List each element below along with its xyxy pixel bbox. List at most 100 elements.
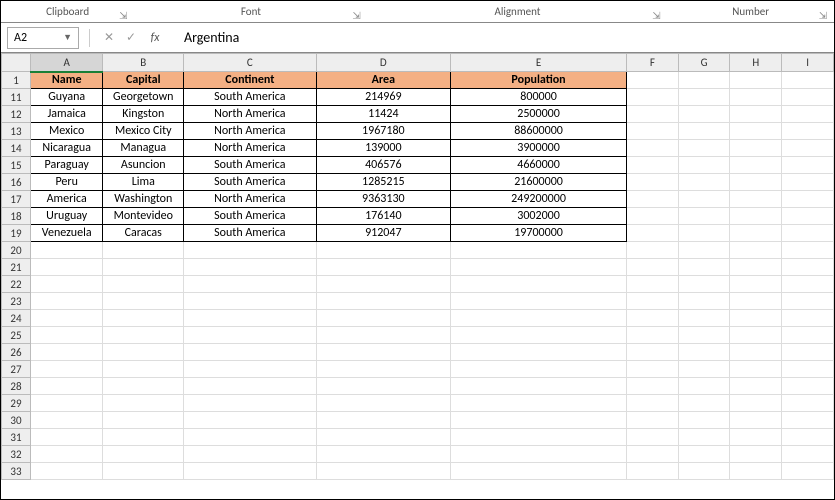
cell[interactable] [103,327,184,344]
cell[interactable] [730,463,782,480]
cell[interactable]: 88600000 [451,123,627,140]
cell[interactable] [678,327,730,344]
cell[interactable] [678,191,730,208]
cell[interactable]: 249200000 [451,191,627,208]
cell[interactable] [678,276,730,293]
cell[interactable] [626,395,678,412]
cell[interactable] [184,310,316,327]
cell[interactable]: Capital [103,72,184,89]
cell[interactable] [184,378,316,395]
cell[interactable] [626,106,678,123]
cell[interactable] [730,361,782,378]
cell[interactable] [730,378,782,395]
cell[interactable]: Georgetown [103,89,184,106]
cell[interactable] [626,378,678,395]
cell[interactable] [730,293,782,310]
row-header[interactable]: 29 [2,395,31,412]
cell[interactable] [184,361,316,378]
cell[interactable] [103,293,184,310]
cell[interactable] [782,208,834,225]
cell[interactable] [730,123,782,140]
cell[interactable] [451,259,627,276]
cell[interactable] [30,310,102,327]
formula-input[interactable] [166,27,828,49]
cell[interactable] [678,72,730,89]
cell[interactable]: Washington [103,191,184,208]
cell[interactable]: Venezuela [30,225,102,242]
cell[interactable] [103,361,184,378]
cell[interactable] [316,412,451,429]
cell[interactable] [451,463,627,480]
column-header-A[interactable]: A [30,54,102,72]
column-header-E[interactable]: E [451,54,627,72]
cell[interactable] [678,412,730,429]
cell[interactable]: 800000 [451,89,627,106]
cell[interactable] [782,191,834,208]
cell[interactable] [316,242,451,259]
cell[interactable] [730,276,782,293]
cell[interactable] [316,463,451,480]
cell[interactable] [678,89,730,106]
cell[interactable]: Name [30,72,102,89]
cell[interactable] [316,395,451,412]
cell[interactable] [782,276,834,293]
cell[interactable] [678,344,730,361]
cell[interactable] [30,293,102,310]
cell[interactable] [782,395,834,412]
cell[interactable] [316,310,451,327]
cell[interactable] [316,293,451,310]
cell[interactable] [184,395,316,412]
cell[interactable] [782,174,834,191]
cell[interactable] [782,429,834,446]
cell[interactable]: South America [184,174,316,191]
cell[interactable] [626,463,678,480]
cell[interactable] [678,446,730,463]
cell[interactable] [30,344,102,361]
row-header[interactable]: 11 [2,89,31,106]
cell[interactable]: 176140 [316,208,451,225]
cell[interactable] [730,242,782,259]
cell[interactable] [626,89,678,106]
cell[interactable] [730,106,782,123]
row-header[interactable]: 1 [2,72,31,89]
row-header[interactable]: 19 [2,225,31,242]
cell[interactable]: 406576 [316,157,451,174]
cell[interactable] [782,259,834,276]
cell[interactable] [30,463,102,480]
cell[interactable] [626,225,678,242]
column-header-D[interactable]: D [316,54,451,72]
cell[interactable] [626,123,678,140]
cell[interactable]: South America [184,225,316,242]
cell[interactable] [730,429,782,446]
cell[interactable]: Managua [103,140,184,157]
cell[interactable] [184,344,316,361]
cell[interactable] [30,446,102,463]
cell[interactable] [316,361,451,378]
column-header-G[interactable]: G [678,54,730,72]
cell[interactable] [184,429,316,446]
cell[interactable] [626,259,678,276]
cell[interactable]: Nicaragua [30,140,102,157]
cell[interactable] [103,242,184,259]
cell[interactable] [730,412,782,429]
cell[interactable]: 19700000 [451,225,627,242]
cell[interactable] [730,259,782,276]
row-header[interactable]: 23 [2,293,31,310]
cell[interactable]: Jamaica [30,106,102,123]
cancel-icon[interactable]: ✕ [100,29,118,47]
cell[interactable]: South America [184,157,316,174]
cell[interactable]: South America [184,208,316,225]
cell[interactable] [451,293,627,310]
cell[interactable] [730,191,782,208]
cell[interactable] [626,344,678,361]
cell[interactable] [451,310,627,327]
row-header[interactable]: 17 [2,191,31,208]
cell[interactable]: Mexico City [103,123,184,140]
cell[interactable] [184,463,316,480]
cell[interactable] [678,361,730,378]
cell[interactable] [782,293,834,310]
cell[interactable] [782,225,834,242]
cell[interactable]: 2500000 [451,106,627,123]
cell[interactable] [730,157,782,174]
cell[interactable]: 214969 [316,89,451,106]
